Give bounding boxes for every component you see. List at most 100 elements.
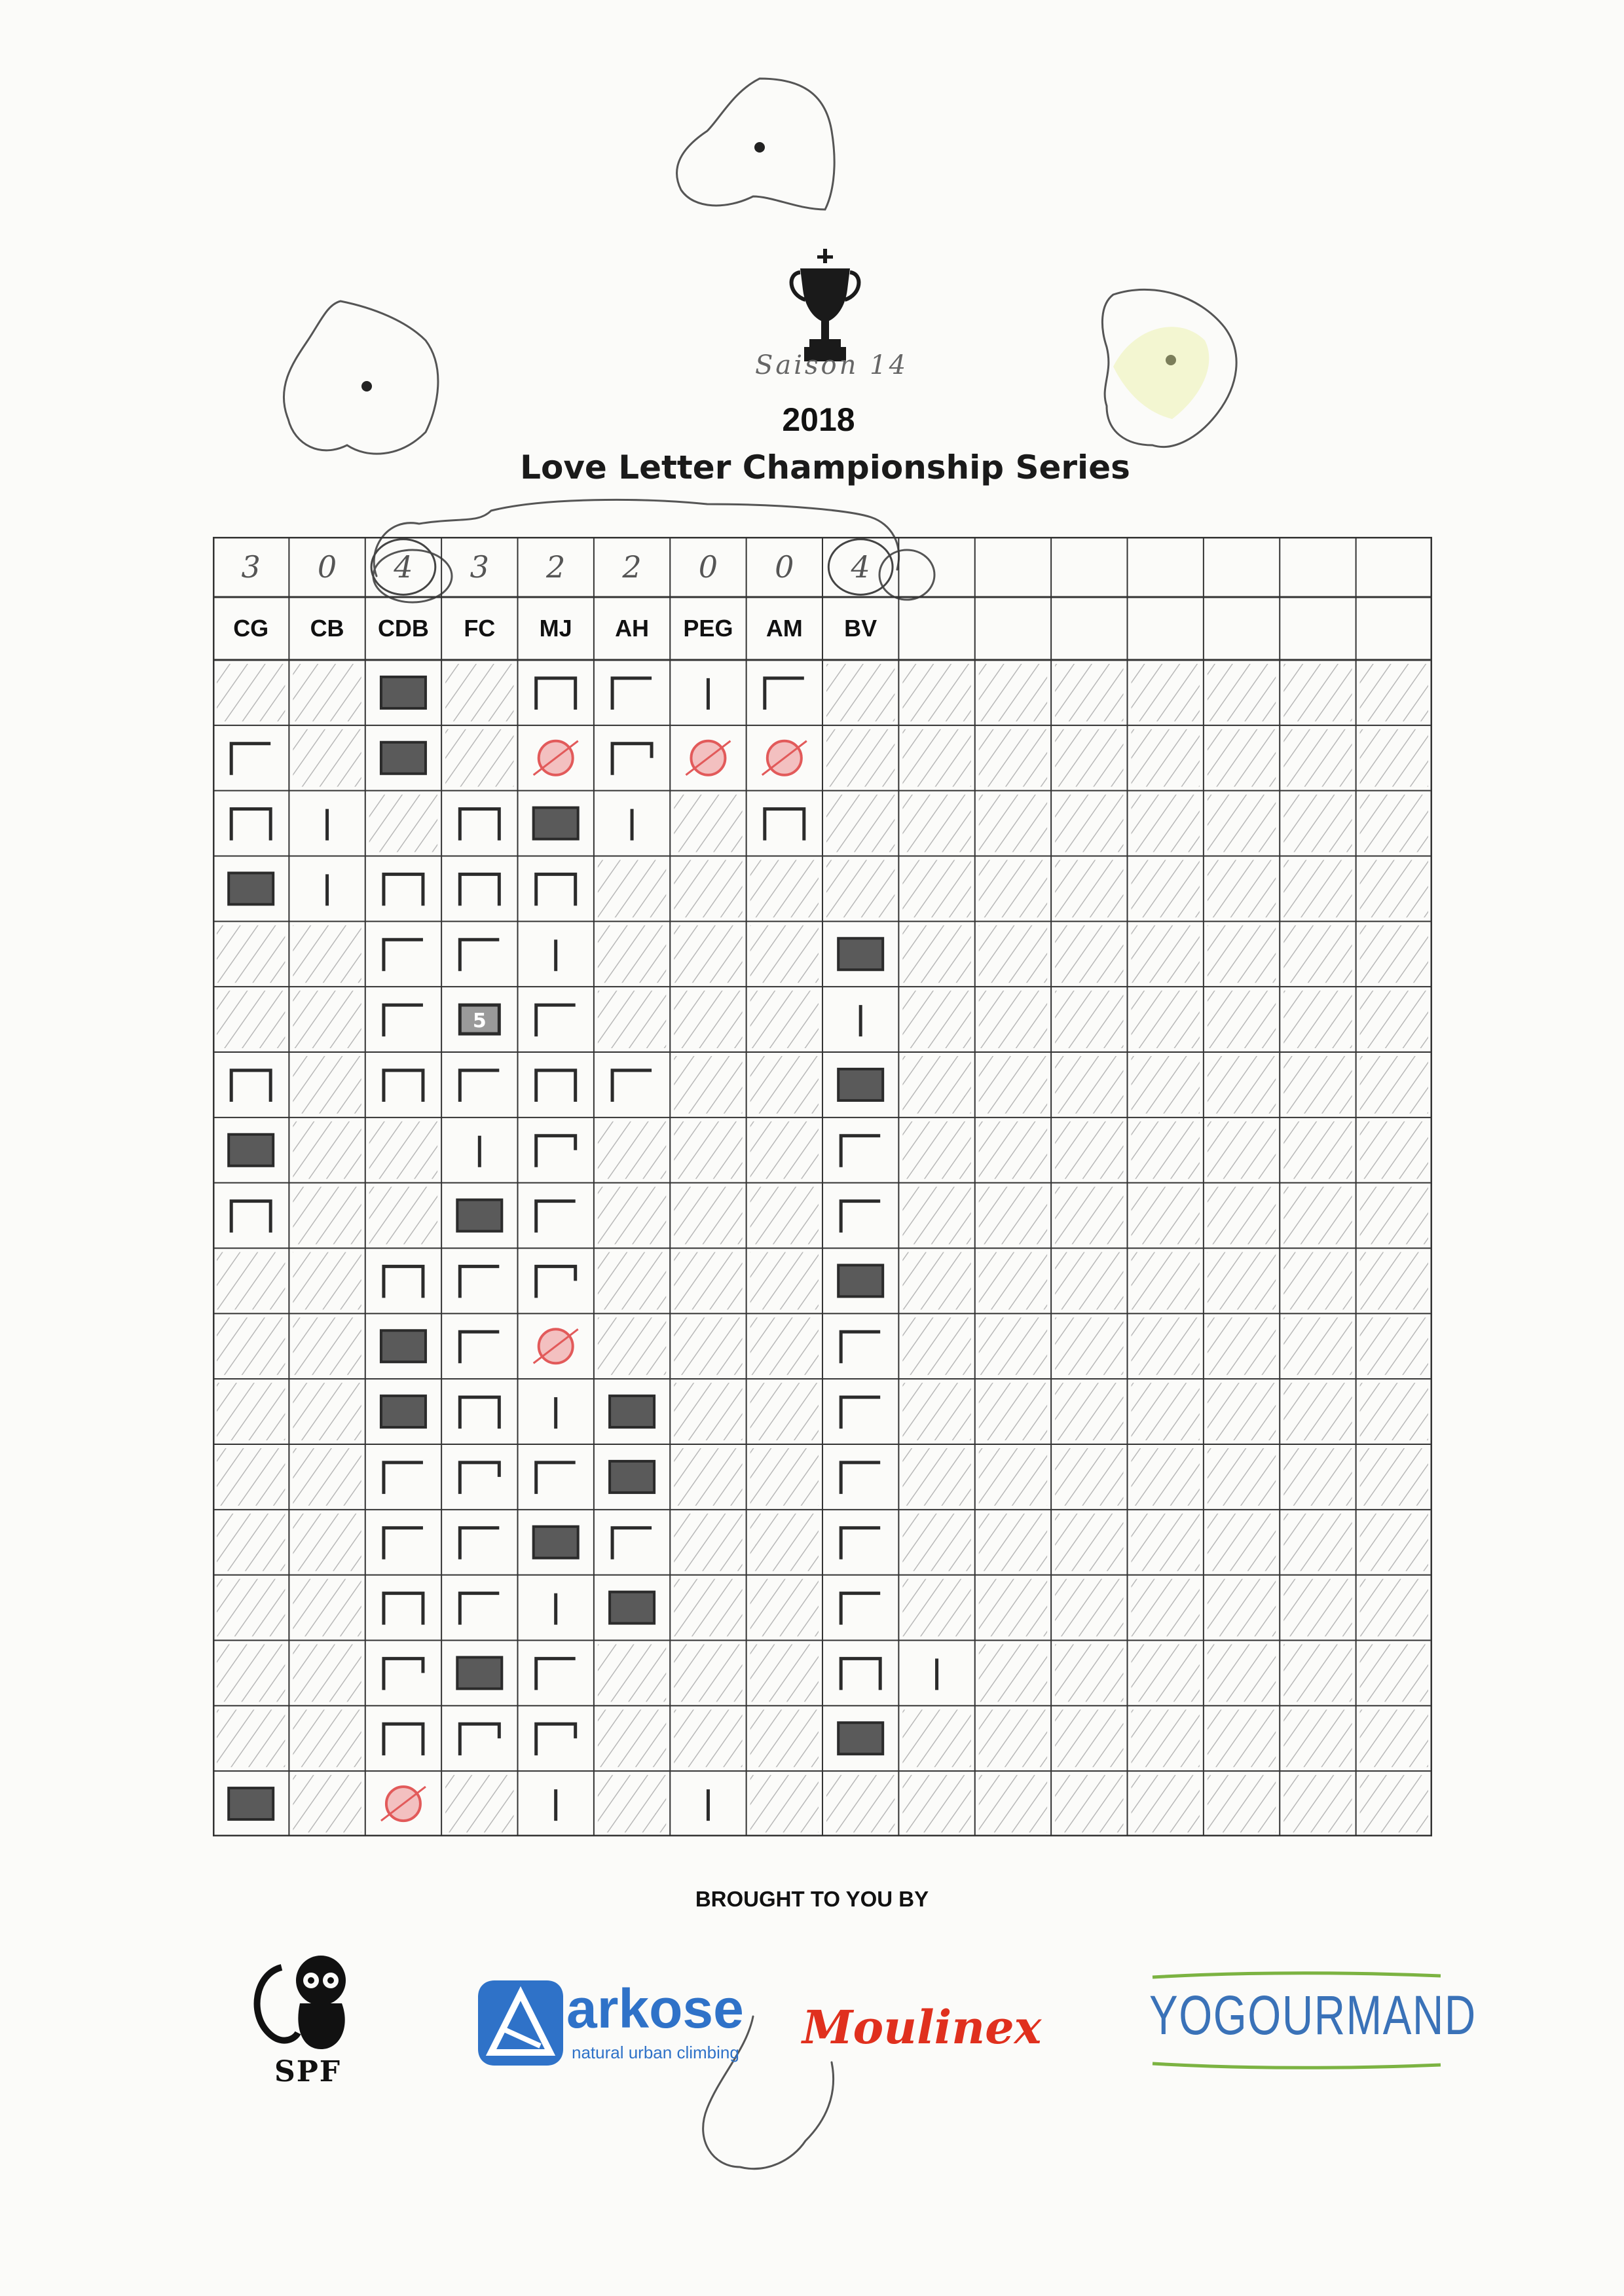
round-cell — [229, 742, 271, 775]
round-cell — [902, 1056, 971, 1114]
round-cell — [597, 1644, 667, 1702]
round-cell — [1207, 1056, 1276, 1114]
round-cell — [1055, 1121, 1124, 1179]
round-cell — [217, 1317, 286, 1376]
round-cell — [902, 1383, 971, 1440]
moulinex-name: Moulinex — [802, 2000, 1042, 2054]
round-cell — [902, 794, 971, 852]
page-title: Love Letter Championship Series — [520, 448, 1130, 486]
round-cell — [458, 1526, 500, 1559]
round-cell — [1207, 1317, 1276, 1376]
round-cell — [1131, 794, 1200, 852]
round-cell — [1283, 1513, 1352, 1571]
score-cell: 2 — [546, 549, 566, 585]
round-cell — [837, 1721, 885, 1756]
round-cell — [610, 676, 652, 710]
round-cell — [458, 1330, 500, 1364]
round-cell — [839, 1330, 881, 1364]
round-cell — [217, 1709, 286, 1768]
round-cell — [456, 1656, 504, 1690]
round-cell — [293, 729, 361, 787]
round-cell — [839, 1592, 881, 1625]
round-cell — [458, 1068, 500, 1102]
round-cell — [1283, 1317, 1352, 1376]
green-swoosh-bottom — [1152, 2062, 1441, 2069]
round-cell — [750, 925, 819, 983]
round-cell — [1055, 664, 1124, 721]
round-cell — [380, 1785, 426, 1823]
round-cell — [445, 729, 514, 787]
score-cell: 0 — [698, 549, 718, 585]
round-cell — [674, 1644, 743, 1702]
arkose-name: arkose — [566, 1978, 744, 2039]
moulinex-logo: Moulinex — [802, 2000, 1090, 2066]
round-cell — [1207, 1644, 1276, 1702]
round-cell — [379, 740, 427, 775]
round-cell — [1131, 1186, 1200, 1245]
round-cell — [978, 664, 1048, 721]
player-header — [898, 597, 974, 660]
round-cell — [902, 1121, 971, 1179]
round-cell — [674, 1578, 743, 1637]
round-cell — [217, 991, 286, 1048]
round-cell — [1283, 1252, 1352, 1310]
round-cell — [750, 991, 819, 1048]
round-cell — [1359, 1775, 1428, 1832]
round-cell — [1055, 1775, 1124, 1832]
round-cell — [369, 1121, 438, 1179]
round-cell — [1359, 1383, 1428, 1440]
round-cell — [534, 1656, 576, 1690]
round-cell — [610, 742, 654, 775]
round-cell — [1283, 664, 1352, 721]
score-cell — [898, 537, 974, 597]
round-cell — [750, 1644, 819, 1702]
round-cell — [1207, 1709, 1276, 1768]
round-cell — [978, 1775, 1048, 1832]
round-cell — [1283, 1186, 1352, 1245]
round-cell — [674, 794, 743, 852]
round-cell — [229, 1199, 272, 1233]
round-cell — [610, 1068, 652, 1102]
round-cell — [750, 1121, 819, 1179]
round-cell — [978, 925, 1048, 983]
round-cell — [532, 1525, 580, 1559]
round-cell — [534, 1461, 576, 1494]
round-cell — [839, 1656, 882, 1690]
round-cell — [978, 1056, 1048, 1114]
round-cell — [978, 1383, 1048, 1440]
round-cell — [293, 1056, 361, 1114]
player-header — [1051, 597, 1127, 660]
round-cell — [382, 872, 425, 906]
round-cell — [534, 872, 578, 906]
round-cell — [217, 1513, 286, 1571]
round-cell — [978, 1317, 1048, 1376]
round-cell — [382, 938, 423, 972]
round-cell — [1207, 1121, 1276, 1179]
round-cell — [293, 1186, 361, 1245]
round-cell — [597, 991, 667, 1048]
round-cell — [382, 1461, 423, 1494]
round-cell — [1207, 1383, 1276, 1440]
arkose-mark-icon — [478, 1980, 563, 2066]
player-header: AM — [766, 615, 803, 642]
player-header — [1280, 597, 1356, 660]
score-cell — [1051, 537, 1127, 597]
score-cell: 3 — [470, 549, 489, 585]
round-cell — [1283, 729, 1352, 787]
round-cell — [445, 1775, 514, 1832]
round-cell — [1359, 1644, 1428, 1702]
score-cell — [1280, 537, 1356, 597]
round-cell — [1359, 991, 1428, 1048]
round-cell — [902, 1709, 971, 1768]
round-cell — [597, 1775, 667, 1832]
round-cell — [293, 1252, 361, 1310]
round-cell — [1207, 729, 1276, 787]
round-cell — [293, 1121, 361, 1179]
round-cell — [978, 1252, 1048, 1310]
round-cell — [902, 1252, 971, 1310]
round-cell — [674, 1056, 743, 1114]
round-cell — [839, 1134, 881, 1167]
round-cell — [534, 1722, 578, 1756]
round-cell — [1283, 794, 1352, 852]
round-cell — [1207, 1448, 1276, 1506]
